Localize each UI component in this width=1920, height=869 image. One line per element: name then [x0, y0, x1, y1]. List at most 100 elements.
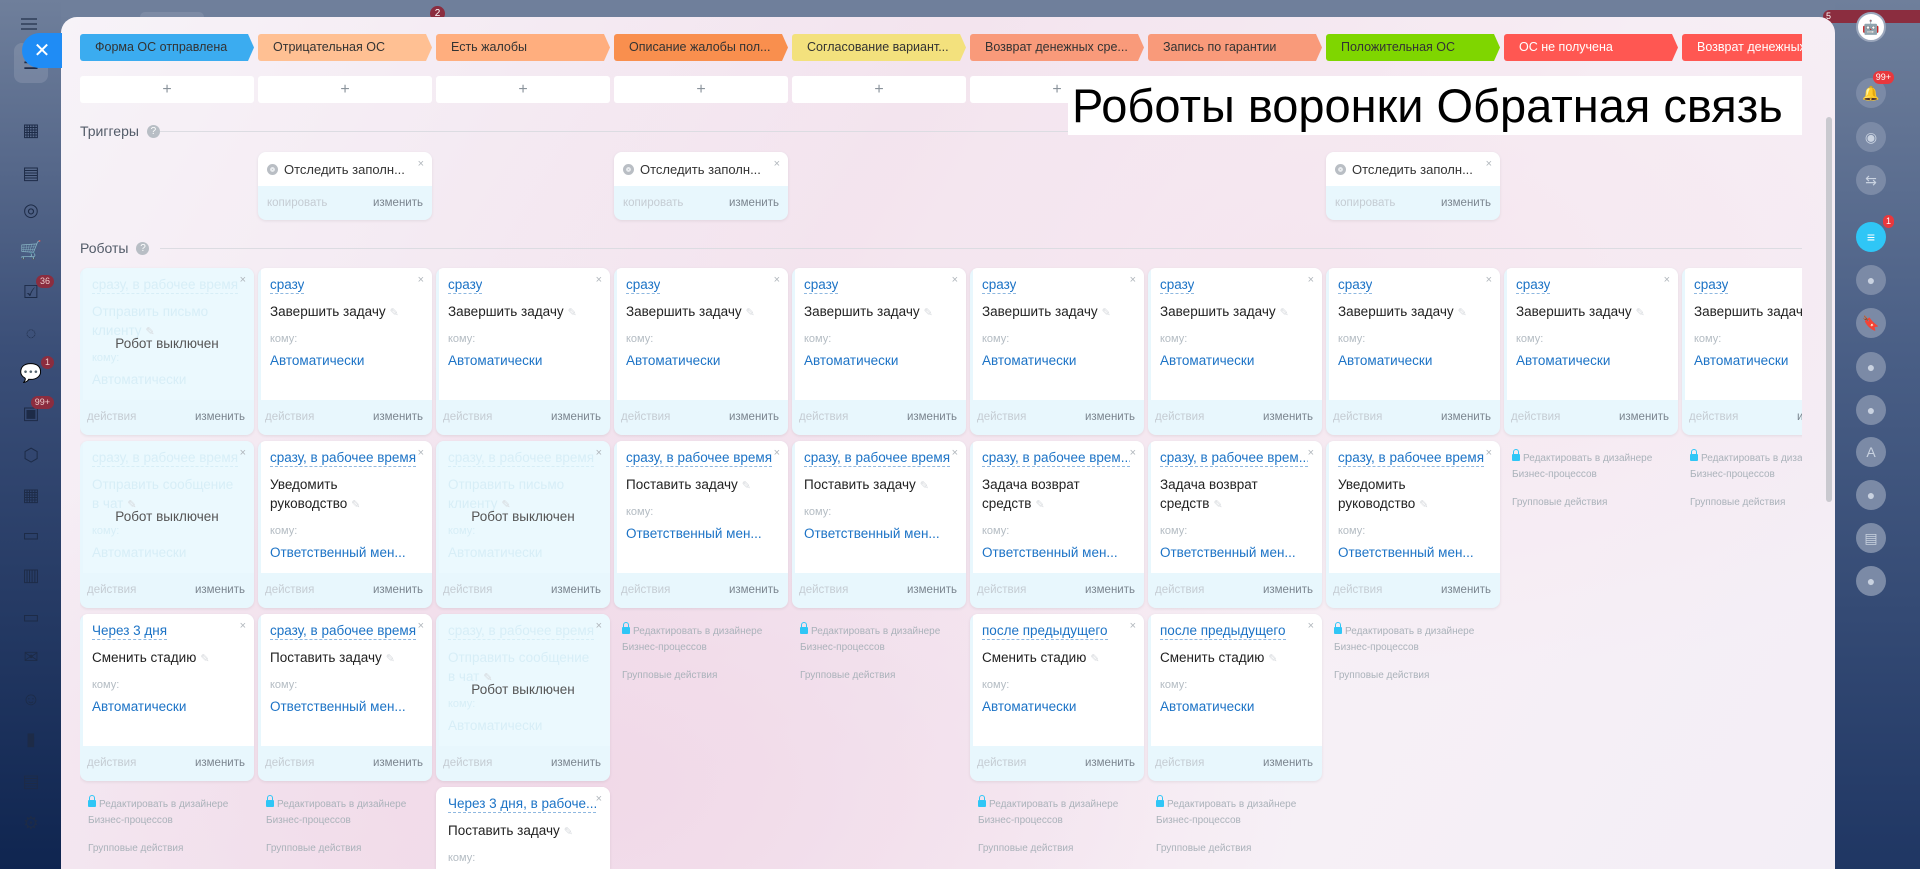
robot-card[interactable]: после предыдущего Сменить стадию ✎ кому: Авт… [970, 614, 1144, 781]
robot-card-disabled[interactable]: сразу, в рабочее время Отправить письмо к… [436, 441, 610, 608]
robot-delay-link[interactable]: сразу, в рабочее время [1338, 449, 1485, 467]
sidebar-item-target[interactable]: ◎ [14, 195, 48, 225]
copy-link[interactable]: копировать [1335, 186, 1395, 220]
robot-delay-link[interactable]: сразу, в рабочее время [92, 276, 239, 294]
pencil-icon[interactable]: ✎ [386, 653, 395, 665]
robot-responsible[interactable]: Автоматически [270, 353, 422, 368]
delete-trigger-icon[interactable]: × [1486, 158, 1492, 170]
business-processes-text[interactable]: Бизнес-процессов [88, 813, 254, 829]
stage-6[interactable]: Запись по гарантии [1148, 34, 1322, 61]
robot-card[interactable]: сразуЗавершить задачу✎кому:Автоматически… [1682, 268, 1802, 435]
actions-link[interactable]: действия [87, 400, 136, 435]
robot-card[interactable]: сразуЗавершить задачу✎кому:Автоматически… [614, 268, 788, 435]
robot-delay-link[interactable]: сразу, в рабочее время [92, 449, 239, 467]
edit-link[interactable]: изменить [1263, 400, 1313, 435]
robot-responsible[interactable]: Автоматически [1160, 699, 1312, 714]
robot-card[interactable]: сразуЗавершить задачу✎кому:Автоматически… [436, 268, 610, 435]
right-sidebar-item[interactable]: ● [1856, 566, 1886, 596]
actions-link[interactable]: действия [1333, 573, 1382, 608]
pencil-icon[interactable]: ✎ [200, 653, 209, 665]
delete-robot-icon[interactable]: × [1130, 274, 1136, 286]
pencil-icon[interactable]: ✎ [920, 480, 929, 492]
trigger-card[interactable]: Отследить заполн... × копировать изменить [1326, 152, 1500, 220]
robot-responsible[interactable]: Ответственный мен... [1160, 545, 1312, 560]
right-sidebar-item[interactable]: ● [1856, 480, 1886, 510]
right-sidebar-item[interactable]: 🔔 99+ [1856, 71, 1894, 108]
actions-link[interactable]: действия [799, 573, 848, 608]
edit-link[interactable]: изменить [1085, 573, 1135, 608]
edit-link[interactable]: изменить [1619, 400, 1669, 435]
delete-robot-icon[interactable]: × [1486, 447, 1492, 459]
edit-in-designer-link[interactable]: Редактировать в дизайнере [88, 795, 254, 813]
delete-robot-icon[interactable]: × [418, 447, 424, 459]
robot-card[interactable]: Через 3 дня, в рабоче... Поставить задачу… [436, 787, 610, 869]
edit-in-designer-link[interactable]: Редактировать в дизайнере [266, 795, 432, 813]
edit-link[interactable]: изменить [373, 746, 423, 781]
stage-3[interactable]: Описание жалобы пол... [614, 34, 788, 61]
hamburger-menu-icon[interactable] [21, 18, 37, 30]
group-actions-link[interactable]: Групповые действия [1512, 495, 1678, 511]
business-processes-text[interactable]: Бизнес-процессов [622, 640, 788, 656]
right-sidebar-item[interactable]: ◉ [1856, 122, 1886, 152]
vertical-scrollbar[interactable] [1826, 117, 1832, 502]
delete-robot-icon[interactable]: × [418, 274, 424, 286]
robot-responsible[interactable]: Автоматически [1338, 353, 1490, 368]
robot-responsible[interactable]: Автоматически [448, 353, 600, 368]
robot-responsible[interactable]: Автоматически [982, 699, 1134, 714]
robot-responsible[interactable]: Автоматически [92, 699, 244, 714]
actions-link[interactable]: действия [265, 573, 314, 608]
edit-link[interactable]: изменить [907, 573, 957, 608]
sidebar-item-cart[interactable]: 🛒 [14, 235, 48, 265]
actions-link[interactable]: действия [621, 573, 670, 608]
help-icon[interactable]: ? [136, 241, 150, 255]
delete-robot-icon[interactable]: × [596, 620, 602, 632]
actions-link[interactable]: действия [621, 400, 670, 435]
robot-card[interactable]: сразу, в рабочее врем... Задача возврат с… [970, 441, 1144, 608]
sidebar-item-feed[interactable]: ▣ 99+ [14, 396, 54, 428]
actions-link[interactable]: действия [1333, 400, 1382, 435]
edit-link[interactable]: изменить [1441, 573, 1491, 608]
edit-link[interactable]: изменить [1085, 746, 1135, 781]
stage-7[interactable]: Положительная ОС [1326, 34, 1500, 61]
robot-delay-link[interactable]: сразу, в рабочее время [626, 449, 773, 467]
pencil-icon[interactable]: ✎ [1090, 653, 1099, 665]
robot-responsible[interactable]: Ответственный мен... [982, 545, 1134, 560]
add-robot-button[interactable]: + [258, 76, 432, 103]
actions-link[interactable]: действия [443, 746, 492, 781]
business-processes-text[interactable]: Бизнес-процессов [1334, 640, 1500, 656]
delete-robot-icon[interactable]: × [1664, 274, 1670, 286]
robot-card[interactable]: сразу, в рабочее время Уведомить руководс… [1326, 441, 1500, 608]
delete-robot-icon[interactable]: × [952, 274, 958, 286]
robot-card[interactable]: сразуЗавершить задачу✎кому:Автоматически… [1504, 268, 1678, 435]
edit-link[interactable]: изменить [373, 400, 423, 435]
robot-responsible[interactable]: Автоматически [448, 545, 600, 560]
actions-link[interactable]: действия [1689, 400, 1738, 435]
business-processes-text[interactable]: Бизнес-процессов [1156, 813, 1322, 829]
actions-link[interactable]: действия [265, 400, 314, 435]
robot-responsible[interactable]: Автоматически [982, 353, 1134, 368]
robot-delay-link[interactable]: сразу [626, 276, 661, 294]
add-robot-button[interactable]: + [436, 76, 610, 103]
robot-delay-link[interactable]: сразу, в рабочее время [448, 622, 595, 640]
edit-link[interactable]: изменить [195, 400, 245, 435]
actions-link[interactable]: действия [799, 400, 848, 435]
edit-link[interactable]: изменить [551, 746, 601, 781]
edit-link[interactable]: изменить [729, 573, 779, 608]
sidebar-item-settings[interactable]: ⚙ [14, 808, 48, 838]
trigger-name[interactable]: Отследить заполн... [640, 162, 761, 177]
group-actions-link[interactable]: Групповые действия [622, 668, 788, 684]
delete-robot-icon[interactable]: × [774, 447, 780, 459]
right-sidebar-item[interactable]: ≡ 1 [1856, 215, 1894, 252]
edit-in-designer-link[interactable]: Редактировать в дизайнере [978, 795, 1144, 813]
robot-responsible[interactable]: Автоматически [92, 372, 244, 387]
copy-link[interactable]: копировать [267, 186, 327, 220]
stage-0[interactable]: Форма ОС отправлена [80, 34, 254, 61]
trigger-name[interactable]: Отследить заполн... [284, 162, 405, 177]
robot-card[interactable]: сразу, в рабочее время Поставить задачу ✎ к… [792, 441, 966, 608]
sidebar-item-chat[interactable]: 💬 1 [14, 356, 54, 388]
robot-card-disabled[interactable]: сразу, в рабочее время Отправить сообщени… [436, 614, 610, 781]
stage-1[interactable]: Отрицательная ОС [258, 34, 432, 61]
delete-robot-icon[interactable]: × [952, 447, 958, 459]
delete-trigger-icon[interactable]: × [774, 158, 780, 170]
edit-link[interactable]: изменить [1263, 746, 1313, 781]
